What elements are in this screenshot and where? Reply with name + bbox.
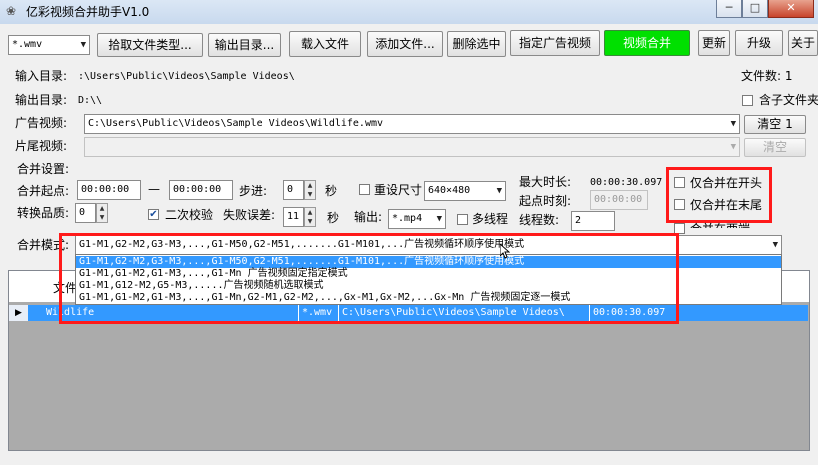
fail-error-input[interactable]: 11 — [283, 207, 304, 227]
add-file-button[interactable]: 添加文件... — [367, 31, 443, 57]
step-label: 步进: — [239, 184, 268, 198]
output-dir-label: 输出目录: — [15, 93, 68, 107]
mouse-pointer-icon — [500, 244, 510, 259]
step-spinner[interactable]: ▲ ▼ — [304, 180, 316, 200]
close-button[interactable]: ✕ — [768, 0, 814, 18]
step-unit: 秒 — [325, 184, 338, 198]
output-dir-button[interactable]: 输出目录... — [208, 33, 281, 57]
minimize-button[interactable]: ─ — [716, 0, 742, 18]
merge-settings-heading: 合并设置: — [17, 162, 70, 176]
app-logo-icon: ❀ — [6, 4, 17, 18]
multithread-checkbox[interactable] — [457, 214, 468, 225]
tail-video-label: 片尾视频: — [15, 139, 68, 153]
range-dash: — — [148, 182, 160, 196]
window-title: 亿彩视频合并助手V1.0 — [26, 5, 150, 19]
delete-selected-button[interactable]: 删除选中 — [447, 31, 506, 57]
update-button[interactable]: 更新 — [698, 30, 730, 56]
clear-ad-video-button[interactable]: 清空 1 — [744, 115, 806, 134]
annotation-box-merge-mode — [59, 233, 679, 324]
merge-start-label: 合并起点: — [17, 184, 70, 198]
resize-select[interactable]: 640×480 ▼ — [424, 181, 506, 201]
merge-video-button[interactable]: 视频合并 — [604, 30, 690, 56]
thread-count-label: 线程数: — [519, 213, 560, 227]
row-selector-arrow-icon[interactable]: ▶ — [9, 305, 28, 321]
fail-error-unit: 秒 — [327, 211, 340, 225]
max-duration-value: 00:00:30.097 — [590, 177, 663, 188]
tail-video-select[interactable]: ▼ — [84, 137, 740, 157]
output-dir-value: D:\\ — [78, 95, 103, 106]
quality-label: 转换品质: — [17, 206, 70, 220]
merge-at-end-label: 仅合并在末尾 — [690, 198, 763, 212]
chevron-down-icon: ▼ — [496, 186, 502, 196]
merge-start-time-input[interactable]: 00:00:00 — [77, 180, 141, 200]
input-dir-label: 输入目录: — [15, 69, 68, 83]
multithread-label: 多线程 — [472, 212, 509, 226]
thread-count-input[interactable]: 2 — [571, 211, 615, 231]
merge-end-time-input[interactable]: 00:00:00 — [169, 180, 233, 200]
include-subfolders-label: 含子文件夹 — [759, 93, 818, 107]
merge-at-start-label: 仅合并在开头 — [690, 176, 763, 190]
output-format-label: 输出: — [354, 210, 383, 224]
second-check-checkbox[interactable]: ✔ — [148, 209, 159, 220]
chevron-down-icon: ▼ — [80, 40, 86, 50]
merge-at-start-checkbox[interactable] — [674, 177, 685, 188]
fail-error-label: 失败误差: — [223, 208, 276, 222]
filetype-select[interactable]: *.wmv ▼ — [8, 35, 90, 55]
step-input[interactable]: 0 — [283, 180, 304, 200]
chevron-down-icon: ▼ — [730, 142, 736, 152]
load-file-button[interactable]: 载入文件 — [289, 31, 361, 57]
resize-checkbox[interactable] — [359, 184, 370, 195]
quality-spinner[interactable]: ▲ ▼ — [96, 203, 108, 223]
about-button[interactable]: 关于 — [788, 30, 818, 56]
start-time-label: 起点时刻: — [519, 194, 572, 208]
output-format-value: *.mp4 — [392, 213, 423, 224]
maximize-button[interactable]: □ — [742, 0, 768, 18]
fail-error-spinner[interactable]: ▲ ▼ — [304, 207, 316, 227]
resize-value: 640×480 — [428, 185, 471, 196]
output-format-select[interactable]: *.mp4 ▼ — [388, 209, 446, 229]
merge-at-end-checkbox[interactable] — [674, 199, 685, 210]
chevron-down-icon: ▼ — [772, 240, 778, 250]
chevron-down-icon: ▼ — [436, 214, 442, 224]
ad-video-select[interactable]: C:\Users\Public\Videos\Sample Videos\Wil… — [84, 114, 740, 134]
input-dir-value: :\Users\Public\Videos\Sample Videos\ — [78, 71, 295, 82]
file-count: 文件数: 1 — [741, 69, 793, 83]
resize-label: 重设尺寸 — [374, 183, 423, 197]
filetype-value: *.wmv — [12, 39, 43, 50]
merge-inside-label: 合并在两端 — [690, 221, 750, 228]
upgrade-button[interactable]: 升级 — [735, 30, 783, 56]
pick-filetype-button[interactable]: 拾取文件类型... — [97, 33, 203, 57]
ad-video-label: 广告视频: — [15, 116, 68, 130]
quality-input[interactable]: 0 — [75, 203, 96, 223]
ad-video-value: C:\Users\Public\Videos\Sample Videos\Wil… — [88, 118, 384, 129]
include-subfolders-checkbox[interactable] — [742, 95, 753, 106]
clear-tail-video-button[interactable]: 清空 — [744, 138, 806, 157]
start-time-field[interactable]: 00:00:00 — [590, 190, 648, 210]
max-duration-label: 最大时长: — [519, 175, 572, 189]
second-check-label: 二次校验 — [165, 208, 214, 222]
chevron-down-icon: ▼ — [730, 119, 736, 129]
set-ad-video-button[interactable]: 指定广告视频 — [510, 30, 600, 56]
